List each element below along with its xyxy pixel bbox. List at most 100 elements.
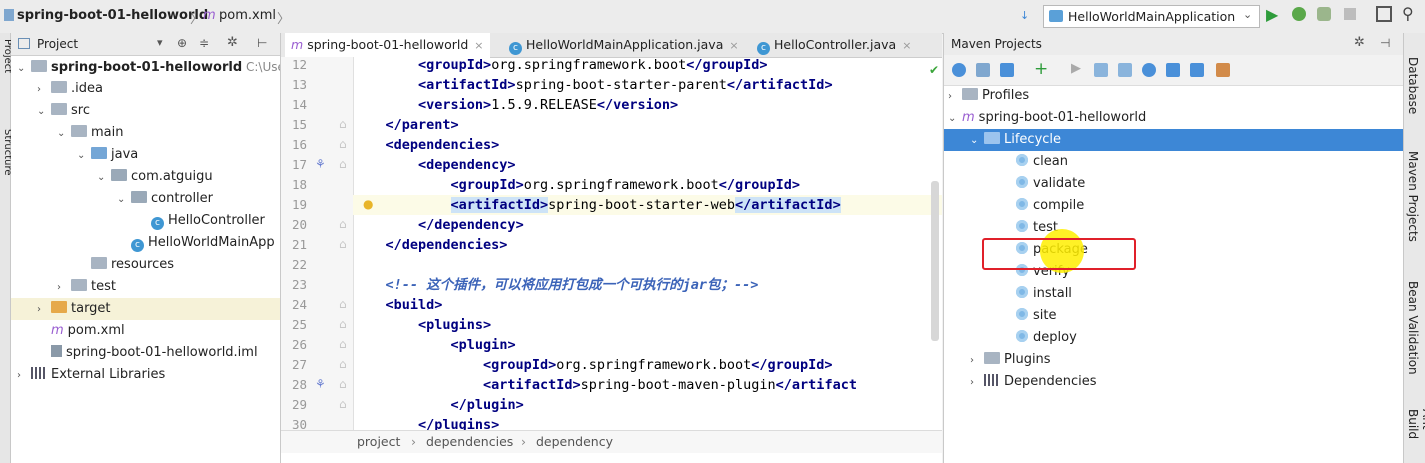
lifecycle-goal-deploy[interactable]: deploy <box>944 327 1077 349</box>
run-icon[interactable]: ▶ <box>1071 61 1081 76</box>
tab-hello-controller[interactable]: c HelloController.java × <box>751 33 917 57</box>
intention-bulb-icon[interactable]: ● <box>363 197 373 211</box>
reimport-icon[interactable] <box>952 63 966 77</box>
expanded-arrow-icon[interactable]: ⌄ <box>117 189 131 211</box>
expanded-arrow-icon[interactable]: ⌄ <box>948 108 962 130</box>
code-line[interactable] <box>353 255 942 275</box>
maven-tree-item[interactable]: ⌄ m spring-boot-01-helloworld <box>944 107 1146 129</box>
settings-gear-icon[interactable]: ✲ <box>1354 35 1365 50</box>
fold-marker-icon[interactable]: ⌂ <box>339 297 347 311</box>
tree-item[interactable]: spring-boot-01-helloworld.iml <box>11 342 280 364</box>
tree-item[interactable]: c HelloWorldMainApp <box>11 232 280 254</box>
tree-item[interactable]: c HelloController <box>11 210 280 232</box>
breadcrumb-project[interactable]: spring-boot-01-helloworld <box>17 8 208 23</box>
expanded-arrow-icon[interactable]: ⌄ <box>57 123 71 145</box>
code-line[interactable]: <!-- 这个插件，可以将应用打包成一个可执行的jar包；--> <box>353 275 942 295</box>
lifecycle-goal-test[interactable]: test <box>944 217 1058 239</box>
code-line[interactable]: <dependency> <box>353 155 942 175</box>
run-icon[interactable]: ▶ <box>1266 5 1278 24</box>
run-config-dropdown[interactable]: HelloWorldMainApplication ⌄ <box>1043 5 1260 28</box>
right-tab-bean-validation[interactable]: Bean Validation <box>1406 281 1420 375</box>
run-config-icon[interactable] <box>1094 63 1108 77</box>
implementation-marker-icon[interactable]: ⚘ <box>315 157 326 171</box>
add-icon[interactable]: + <box>1034 59 1048 79</box>
tree-item[interactable]: ⌄ com.atguigu <box>11 166 280 188</box>
code-line[interactable]: <groupId>org.springframework.boot</group… <box>353 55 942 75</box>
expanded-arrow-icon[interactable]: ⌄ <box>970 130 984 152</box>
collapsed-arrow-icon[interactable]: › <box>948 86 962 108</box>
lifecycle-goal-site[interactable]: site <box>944 305 1056 327</box>
hide-panel-icon[interactable]: ⊣ <box>1380 36 1390 50</box>
tree-item[interactable]: ⌄ java <box>11 144 280 166</box>
editor-scrollbar[interactable] <box>931 181 939 341</box>
crumb-dependencies[interactable]: dependencies <box>426 431 513 453</box>
debug-icon[interactable] <box>1292 7 1306 21</box>
settings-gear-icon[interactable]: ✲ <box>227 35 238 50</box>
search-icon[interactable]: ⚲ <box>1402 4 1414 23</box>
code-line[interactable]: <groupId>org.springframework.boot</group… <box>353 355 942 375</box>
code-line[interactable]: <version>1.5.9.RELEASE</version> <box>353 95 942 115</box>
fold-marker-icon[interactable]: ⌂ <box>339 217 347 231</box>
code-line[interactable]: <artifactId>spring-boot-starter-parent</… <box>353 75 942 95</box>
collapsed-arrow-icon[interactable]: › <box>17 365 31 387</box>
close-icon[interactable]: × <box>902 39 911 52</box>
expanded-arrow-icon[interactable]: ⌄ <box>77 145 91 167</box>
tree-item[interactable]: ⌄ main <box>11 122 280 144</box>
fold-marker-icon[interactable]: ⌂ <box>339 397 347 411</box>
expanded-arrow-icon[interactable]: ⌄ <box>37 101 51 123</box>
fold-marker-icon[interactable]: ⌂ <box>339 117 347 131</box>
lifecycle-goal-validate[interactable]: validate <box>944 173 1085 195</box>
show-deps-icon[interactable] <box>1166 63 1180 77</box>
tree-item[interactable]: › .idea <box>11 78 280 100</box>
maven-tree-item[interactable]: › Profiles <box>944 85 1029 107</box>
download-icon[interactable] <box>1000 63 1014 77</box>
view-dropdown-icon[interactable]: ▾ <box>157 36 163 49</box>
fold-marker-icon[interactable]: ⌂ <box>339 337 347 351</box>
tree-item[interactable]: ⌄ spring-boot-01-helloworld C:\Users <box>11 56 280 78</box>
lifecycle-goal-clean[interactable]: clean <box>944 151 1068 173</box>
fold-marker-icon[interactable]: ⌂ <box>339 317 347 331</box>
code-line[interactable]: </parent> <box>353 115 942 135</box>
crumb-dependency[interactable]: dependency <box>536 431 613 453</box>
sync-icon[interactable]: ⊕ <box>177 36 187 50</box>
tree-item[interactable]: ⌄ src <box>11 100 280 122</box>
collapse-all-icon[interactable] <box>1190 63 1204 77</box>
maven-settings-icon[interactable] <box>1216 63 1230 77</box>
sort-icon[interactable]: ↓ <box>1020 9 1029 22</box>
lightning-icon[interactable] <box>1142 63 1156 77</box>
maven-tree-item[interactable]: › Plugins <box>944 349 1051 371</box>
right-tab-ant-build[interactable]: Ant Build <box>1406 409 1425 463</box>
code-line[interactable]: <artifactId>spring-boot-maven-plugin</ar… <box>353 375 942 395</box>
collapsed-arrow-icon[interactable]: › <box>970 372 984 394</box>
right-tab-maven-projects[interactable]: Maven Projects <box>1406 151 1420 242</box>
fold-marker-icon[interactable]: ⌂ <box>339 237 347 251</box>
tree-item[interactable]: m pom.xml <box>11 320 280 342</box>
generate-sources-icon[interactable] <box>976 63 990 77</box>
toggle-offline-icon[interactable] <box>1118 63 1132 77</box>
collapsed-arrow-icon[interactable]: › <box>37 79 51 101</box>
collapsed-arrow-icon[interactable]: › <box>970 350 984 372</box>
hide-panel-icon[interactable]: ⊢ <box>257 36 267 50</box>
code-line[interactable]: <plugin> <box>353 335 942 355</box>
code-line[interactable]: <dependencies> <box>353 135 942 155</box>
fold-marker-icon[interactable]: ⌂ <box>339 377 347 391</box>
code-line[interactable]: </dependencies> <box>353 235 942 255</box>
crumb-project[interactable]: project <box>357 431 400 453</box>
breadcrumb-file[interactable]: pom.xml <box>219 8 276 23</box>
lifecycle-goal-compile[interactable]: compile <box>944 195 1084 217</box>
maven-tree-item[interactable]: › Dependencies <box>944 371 1097 393</box>
maven-tree-item[interactable]: ⌄ Lifecycle <box>944 129 1403 151</box>
expanded-arrow-icon[interactable]: ⌄ <box>97 167 111 189</box>
collapsed-arrow-icon[interactable]: › <box>37 299 51 321</box>
collapse-icon[interactable]: ≑ <box>199 36 209 50</box>
code-line[interactable]: </dependency> <box>353 215 942 235</box>
coverage-icon[interactable] <box>1317 7 1331 21</box>
tree-item[interactable]: › test <box>11 276 280 298</box>
stop-icon[interactable] <box>1344 8 1356 20</box>
fold-marker-icon[interactable]: ⌂ <box>339 357 347 371</box>
close-icon[interactable]: × <box>474 39 483 52</box>
close-icon[interactable]: × <box>729 39 738 52</box>
right-tab-database[interactable]: Database <box>1406 57 1420 114</box>
tab-main-application[interactable]: c HelloWorldMainApplication.java × <box>503 33 745 57</box>
fold-marker-icon[interactable]: ⌂ <box>339 137 347 151</box>
